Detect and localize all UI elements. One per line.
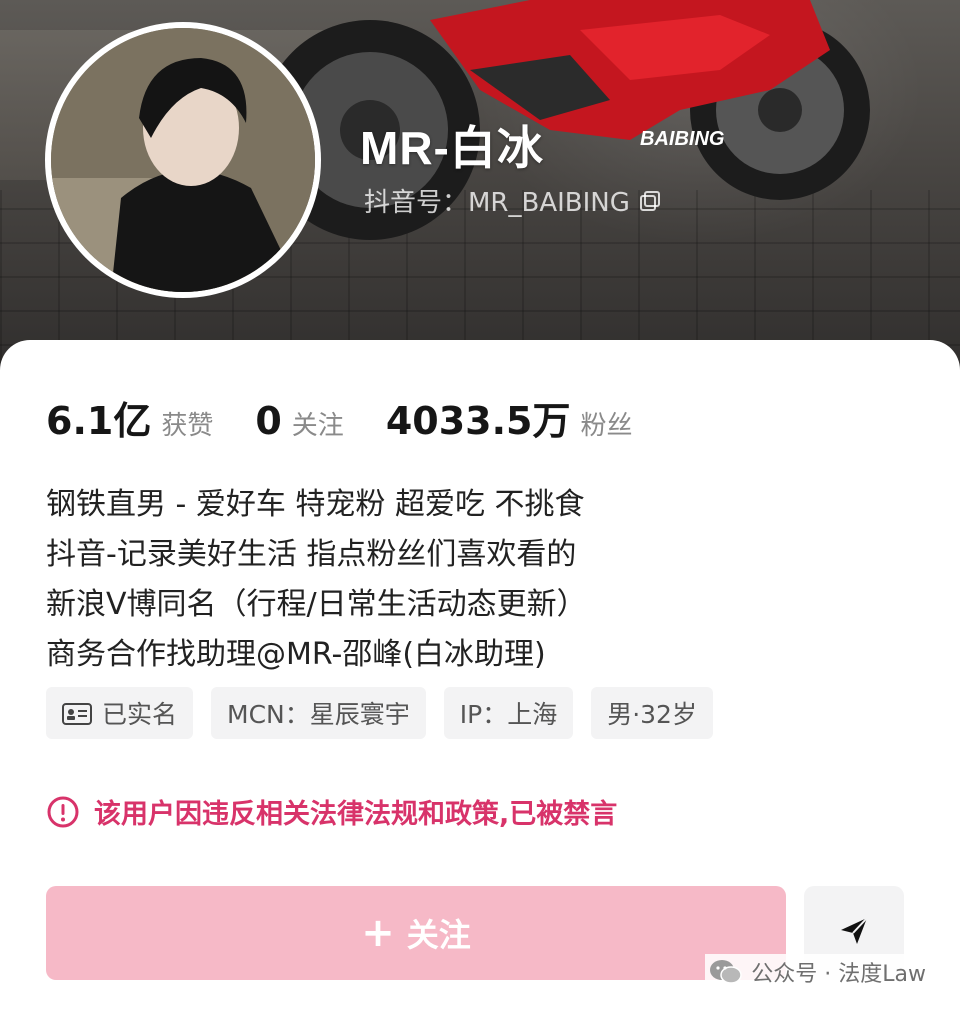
followers-count: 4033.5万 [385, 399, 571, 443]
bio: 钢铁直男 - 爱好车 特宠粉 超爱吃 不挑食 抖音-记录美好生活 指点粉丝们喜欢… [46, 480, 916, 680]
tag-verified[interactable]: 已实名 [46, 687, 194, 739]
likes-label: 获赞 [161, 411, 214, 441]
stat-following[interactable]: 0 关注 [255, 399, 343, 443]
avatar-photo [51, 28, 315, 292]
tag-ip: IP：上海 [443, 687, 574, 739]
avatar-person-image [51, 28, 315, 292]
bio-line: 商务合作找助理@MR-邵峰(白冰助理) [46, 637, 546, 672]
tag-verified-label: 已实名 [102, 700, 178, 729]
nickname: MR-白冰 [360, 122, 544, 174]
stat-followers[interactable]: 4033.5万 粉丝 [386, 390, 633, 445]
bio-line: 新浪V博同名（行程/日常生活动态更新） [46, 587, 587, 622]
cover-brand-text: BAIBING [640, 128, 724, 150]
copy-icon[interactable] [638, 189, 662, 213]
following-count: 0 [255, 399, 282, 443]
stats-row: 6.1亿 获赞 0 关注 4033.5万 粉丝 [46, 390, 674, 445]
paper-plane-icon [837, 914, 871, 952]
avatar[interactable] [45, 22, 321, 298]
douyin-id-text: 抖音号：MR_BAIBING [364, 188, 630, 218]
tag-gender-age-label: 男·32岁 [607, 700, 697, 729]
bio-line: 钢铁直男 - 爱好车 特宠粉 超爱吃 不挑食 [46, 487, 585, 522]
watermark-text: 公众号 · 法度Law [751, 962, 926, 987]
follow-button[interactable]: + 关注 [46, 886, 786, 980]
ban-notice-text: 该用户因违反相关法律法规和政策,已被禁言 [94, 799, 618, 830]
douyin-id: 抖音号：MR_BAIBING [364, 182, 662, 219]
ban-notice: 该用户因违反相关法律法规和政策,已被禁言 [46, 792, 617, 831]
stat-likes[interactable]: 6.1亿 获赞 [46, 390, 213, 445]
followers-label: 粉丝 [580, 411, 633, 441]
cover-motorcycle-image: BAIBING [260, 0, 870, 240]
profile-tags: 已实名 MCN：星辰寰宇 IP：上海 男·32岁 [46, 687, 713, 739]
watermark: 公众号 · 法度Law [705, 954, 930, 990]
bio-line: 抖音-记录美好生活 指点粉丝们喜欢看的 [46, 537, 577, 572]
profile-card: 6.1亿 获赞 0 关注 4033.5万 粉丝 钢铁直男 - 爱好车 特宠粉 超… [0, 340, 960, 1009]
likes-count: 6.1亿 [46, 399, 152, 443]
tag-ip-label: IP：上海 [459, 700, 558, 729]
warning-icon [46, 795, 80, 829]
plus-icon: + [361, 910, 395, 956]
follow-button-label: 关注 [406, 916, 471, 954]
tag-mcn-label: MCN：星辰寰宇 [227, 700, 410, 729]
id-card-icon [62, 702, 92, 725]
tag-gender-age: 男·32岁 [591, 687, 713, 739]
tag-mcn[interactable]: MCN：星辰寰宇 [211, 687, 426, 739]
following-label: 关注 [291, 411, 344, 441]
profile-cover: BAIBING MR-白冰 抖音号：MR_BAIBING [0, 0, 960, 380]
wechat-icon [709, 958, 743, 986]
